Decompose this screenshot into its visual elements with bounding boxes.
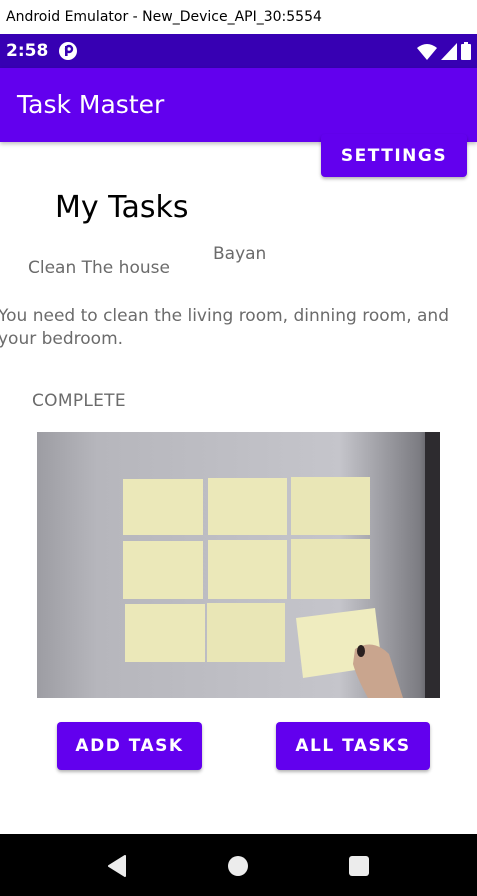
- recent-apps-icon[interactable]: [349, 856, 369, 876]
- app-bar: Task Master: [0, 68, 477, 142]
- back-icon[interactable]: [107, 855, 127, 877]
- status-bar: 2:58: [0, 34, 477, 68]
- app-notification-icon: [59, 42, 77, 60]
- task-title: Clean The house: [28, 258, 170, 278]
- wifi-icon: [417, 43, 437, 60]
- task-description: You need to clean the living room, dinni…: [0, 306, 449, 349]
- signal-icon: [441, 42, 457, 60]
- status-icons: [417, 41, 471, 61]
- all-tasks-button[interactable]: ALL TASKS: [276, 722, 430, 770]
- app-title: Task Master: [17, 90, 165, 119]
- settings-button[interactable]: SETTINGS: [321, 134, 467, 177]
- emulator-window-title: Android Emulator - New_Device_API_30:555…: [0, 0, 477, 34]
- task-status: COMPLETE: [32, 391, 126, 411]
- battery-icon: [461, 42, 471, 60]
- home-icon[interactable]: [228, 856, 248, 876]
- sticky-notes-image: [37, 432, 440, 698]
- page-title: My Tasks: [55, 190, 189, 225]
- add-task-button[interactable]: ADD TASK: [57, 722, 202, 770]
- task-user: Bayan: [213, 244, 267, 264]
- status-time: 2:58: [6, 41, 49, 61]
